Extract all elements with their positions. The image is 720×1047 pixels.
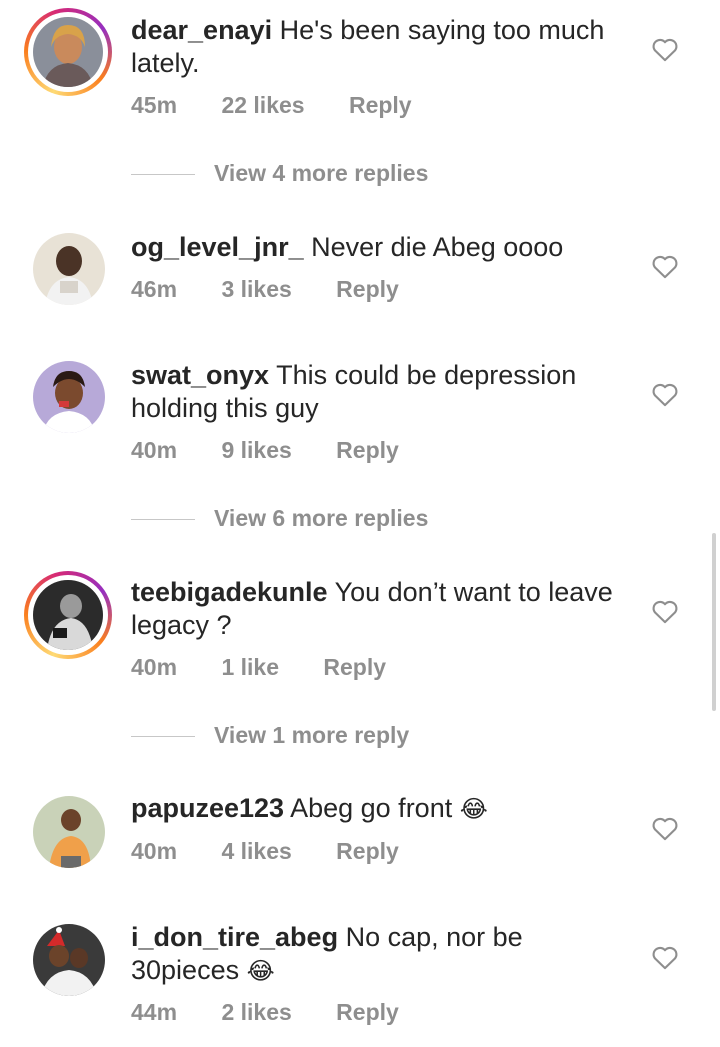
avatar-photo <box>33 796 105 868</box>
likes-count[interactable]: 22 likes <box>221 92 304 119</box>
laughing-emoji: 😂 <box>459 795 488 823</box>
view-more-label: View 6 more replies <box>214 505 429 531</box>
comment-text: swat_onyx This could be depression holdi… <box>131 359 631 425</box>
reply-button[interactable]: Reply <box>323 654 386 681</box>
avatar[interactable] <box>24 787 112 875</box>
username-link[interactable]: swat_onyx <box>131 360 269 390</box>
avatar[interactable] <box>24 915 112 1003</box>
username-link[interactable]: papuzee123 <box>131 793 284 823</box>
comment-item: i_don_tire_abeg No cap, nor be 30pieces … <box>0 910 720 1047</box>
view-more-replies[interactable]: View 4 more replies <box>131 160 491 190</box>
comment-time: 46m <box>131 276 178 302</box>
heart-outline-icon[interactable] <box>651 944 679 970</box>
heart-outline-icon[interactable] <box>651 598 679 624</box>
comment-meta: 40m 1 like Reply <box>131 654 424 681</box>
comment-time: 45m <box>131 92 178 118</box>
reply-button[interactable]: Reply <box>349 92 412 119</box>
comment-body: Never die Abeg oooo <box>311 232 564 262</box>
comment-time: 40m <box>131 654 178 680</box>
comment-body: Abeg go front <box>290 793 453 823</box>
username-link[interactable]: dear_enayi <box>131 15 272 45</box>
avatar[interactable] <box>24 352 112 440</box>
heart-outline-icon[interactable] <box>651 381 679 407</box>
view-more-label: View 1 more reply <box>214 722 410 748</box>
comment-meta: 46m 3 likes Reply <box>131 276 437 303</box>
comment-text: papuzee123 Abeg go front 😂 <box>131 792 631 826</box>
likes-count[interactable]: 3 likes <box>221 276 291 303</box>
comment-meta: 40m 4 likes Reply <box>131 838 437 865</box>
username-link[interactable]: og_level_jnr_ <box>131 232 304 262</box>
comment-time: 40m <box>131 838 178 864</box>
comment-meta: 44m 2 likes Reply <box>131 999 437 1026</box>
reply-button[interactable]: Reply <box>336 437 399 464</box>
avatar[interactable] <box>24 571 112 659</box>
reply-button[interactable]: Reply <box>336 999 399 1026</box>
avatar-photo <box>33 580 103 650</box>
view-more-label: View 4 more replies <box>214 160 429 186</box>
scrollbar[interactable] <box>712 533 716 711</box>
comment-text: og_level_jnr_ Never die Abeg oooo <box>131 231 631 264</box>
comment-text: i_don_tire_abeg No cap, nor be 30pieces … <box>131 921 631 988</box>
username-link[interactable]: i_don_tire_abeg <box>131 922 338 952</box>
comment-time: 44m <box>131 999 178 1025</box>
avatar-photo <box>33 361 105 433</box>
divider-line <box>131 519 195 520</box>
view-more-replies[interactable]: View 6 more replies <box>131 505 491 535</box>
heart-outline-icon[interactable] <box>651 815 679 841</box>
comment-item: teebigadekunle You don’t want to leave l… <box>0 565 720 725</box>
reply-button[interactable]: Reply <box>336 838 399 865</box>
avatar[interactable] <box>24 224 112 312</box>
comment-text: dear_enayi He's been saying too much lat… <box>131 14 631 80</box>
reply-button[interactable]: Reply <box>336 276 399 303</box>
divider-line <box>131 736 195 737</box>
avatar-photo <box>33 17 103 87</box>
laughing-emoji: 😂 <box>246 957 275 985</box>
comment-time: 40m <box>131 437 178 463</box>
likes-count[interactable]: 4 likes <box>221 838 291 865</box>
avatar-photo <box>33 233 105 305</box>
comment-item: swat_onyx This could be depression holdi… <box>0 348 720 498</box>
likes-count[interactable]: 2 likes <box>221 999 291 1026</box>
comment-meta: 40m 9 likes Reply <box>131 437 437 464</box>
likes-count[interactable]: 9 likes <box>221 437 291 464</box>
comment-text: teebigadekunle You don’t want to leave l… <box>131 576 631 642</box>
view-more-replies[interactable]: View 1 more reply <box>131 722 491 752</box>
comment-item: papuzee123 Abeg go front 😂 40m 4 likes R… <box>0 781 720 891</box>
divider-line <box>131 174 195 175</box>
heart-outline-icon[interactable] <box>651 253 679 279</box>
likes-count[interactable]: 1 like <box>221 654 279 681</box>
username-link[interactable]: teebigadekunle <box>131 577 328 607</box>
comment-item: og_level_jnr_ Never die Abeg oooo 46m 3 … <box>0 220 720 320</box>
avatar-photo <box>33 924 105 996</box>
comment-item: dear_enayi He's been saying too much lat… <box>0 0 720 160</box>
comment-meta: 45m 22 likes Reply <box>131 92 450 119</box>
heart-outline-icon[interactable] <box>651 36 679 62</box>
avatar[interactable] <box>24 8 112 96</box>
